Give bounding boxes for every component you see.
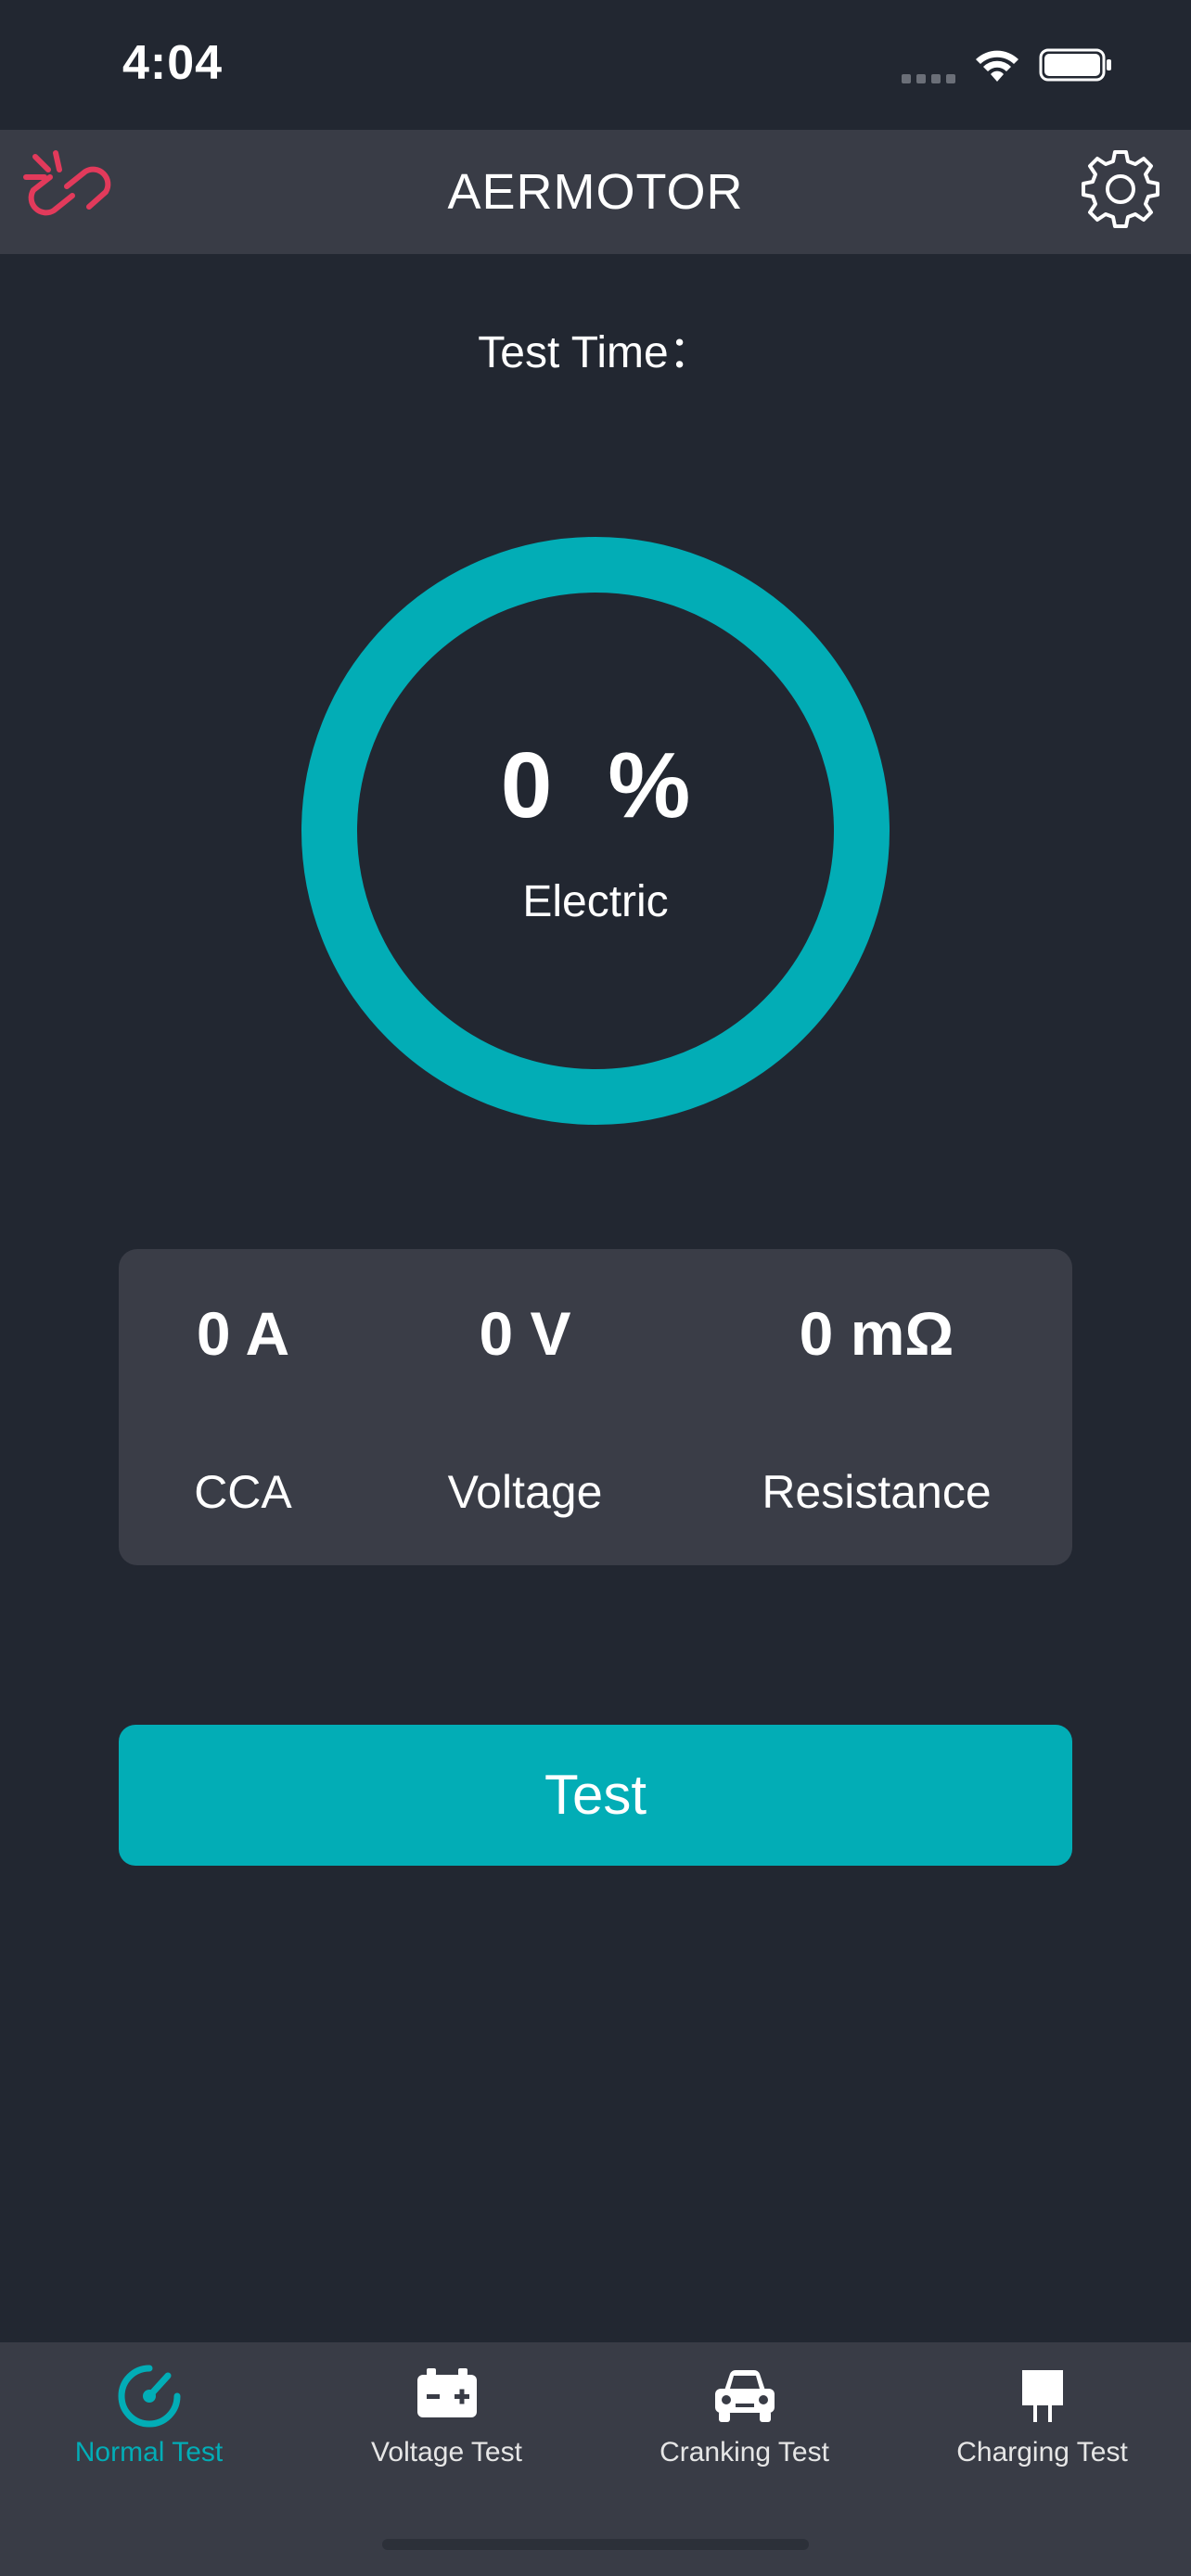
app-title: AERMOTOR — [447, 164, 744, 220]
speedometer-icon — [118, 2365, 180, 2428]
tab-normal-test[interactable]: Normal Test — [0, 2355, 298, 2485]
tab-charging-test[interactable]: Charging Test — [893, 2355, 1191, 2485]
cellular-signal-icon — [902, 74, 957, 83]
voltage-label: Voltage — [447, 1466, 603, 1518]
wifi-icon — [976, 50, 1018, 82]
battery-icon — [1039, 48, 1111, 82]
cca-value: 0 A — [196, 1299, 290, 1368]
status-time: 4:04 — [122, 36, 224, 90]
gauge-unit: % — [608, 733, 691, 837]
tab-label: Voltage Test — [371, 2437, 522, 2468]
resistance-label: Resistance — [762, 1466, 992, 1518]
tab-label: Charging Test — [956, 2437, 1128, 2468]
charger-icon — [1021, 2370, 1063, 2422]
tab-cranking-test[interactable]: Cranking Test — [596, 2355, 893, 2485]
voltage-value: 0 V — [479, 1299, 571, 1368]
gauge-value: 0% — [301, 733, 890, 839]
battery-icon — [416, 2368, 477, 2417]
test-button[interactable]: Test — [119, 1725, 1072, 1866]
tab-label: Cranking Test — [660, 2437, 829, 2468]
home-indicator — [382, 2539, 809, 2550]
resistance-value: 0 mΩ — [799, 1299, 954, 1368]
tab-voltage-test[interactable]: Voltage Test — [298, 2355, 596, 2485]
test-time-label: Test Time： — [478, 328, 713, 377]
gauge-label: Electric — [522, 877, 669, 926]
cca-label: CCA — [194, 1466, 292, 1518]
tab-label: Normal Test — [74, 2437, 224, 2468]
car-icon — [714, 2370, 775, 2422]
broken-link-icon[interactable] — [20, 144, 117, 236]
gear-icon[interactable] — [1078, 147, 1163, 232]
gauge-number: 0 — [500, 733, 553, 837]
